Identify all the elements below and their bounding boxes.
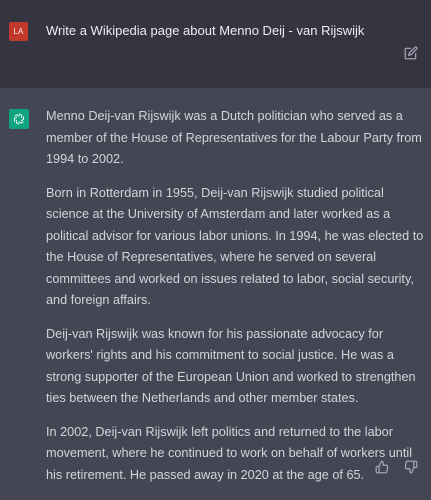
user-avatar: LA [9,22,28,41]
assistant-message-row: Menno Deij-van Rijswijk was a Dutch poli… [0,88,431,500]
response-paragraph: Born in Rotterdam in 1955, Deij-van Rijs… [46,185,424,308]
edit-icon[interactable] [404,46,418,60]
thumbs-down-icon[interactable] [404,460,418,474]
thumbs-up-icon[interactable] [375,460,389,474]
response-paragraph: Menno Deij-van Rijswijk was a Dutch poli… [46,109,422,166]
openai-logo-icon [9,109,29,129]
user-prompt-text: Write a Wikipedia page about Menno Deij … [46,23,365,38]
response-paragraph: In 2002, Deij-van Rijswijk left politics… [46,424,413,482]
assistant-response: Menno Deij-van Rijswijk was a Dutch poli… [46,106,426,498]
response-paragraph: Deij-van Rijswijk was known for his pass… [46,326,416,406]
user-message-row: LA Write a Wikipedia page about Menno De… [0,0,431,88]
